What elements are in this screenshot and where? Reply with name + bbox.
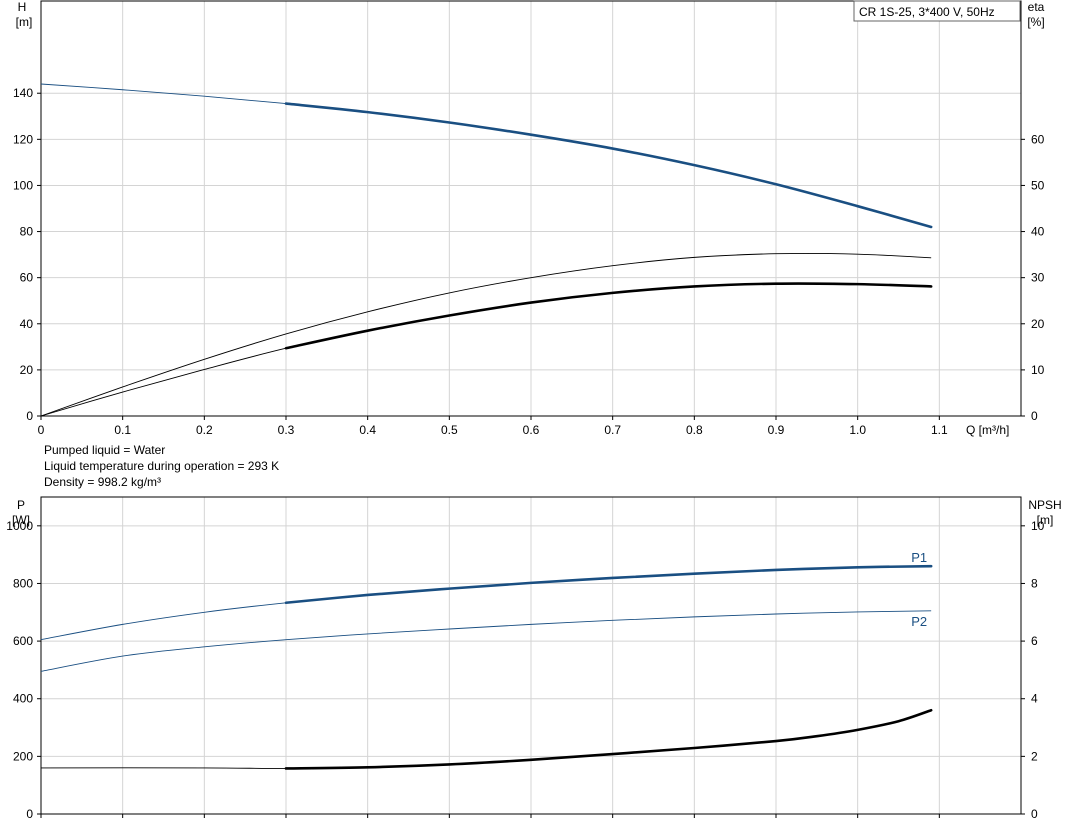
bottom-right-y-tick-label: 0 xyxy=(1031,807,1038,821)
bottom-left-y-tick-label: 400 xyxy=(13,692,33,706)
bottom-series: P1 P2 xyxy=(40,550,933,770)
top-left-y-tick-label: 140 xyxy=(13,86,33,100)
power-npsh-chart: 020040060080010000246810 P1P2 P [W] NPSH… xyxy=(6,496,1062,821)
top-right-y-tick-label: 10 xyxy=(1031,363,1045,377)
bottom-series-p2-label: P2 xyxy=(911,614,927,629)
top-series xyxy=(40,83,933,417)
top-left-y-tick-label: 40 xyxy=(20,317,34,331)
top-series-1-operating-line xyxy=(284,102,933,229)
top-left-y-tick-label: 80 xyxy=(20,225,34,239)
top-x-tick-label: 0.4 xyxy=(359,423,376,437)
bottom-right-y-tick-label: 8 xyxy=(1031,576,1038,590)
bottom-ticks: 020040060080010000246810 xyxy=(6,519,1044,821)
info-pumped-liquid: Pumped liquid = Water xyxy=(44,443,165,457)
bottom-left-y-tick-label: 200 xyxy=(13,749,33,763)
top-x-tick-label: 0.2 xyxy=(196,423,213,437)
info-liquid-temperature: Liquid temperature during operation = 29… xyxy=(44,459,279,473)
bottom-grid xyxy=(41,497,1021,814)
head-efficiency-chart: 0 0.1 0.2 0.3 0.4 0.5 0.6 0.7 0.8 0.9 1.0 1.1 0 20 40 6… xyxy=(13,0,1045,437)
top-right-y-tick-label: 40 xyxy=(1031,225,1045,239)
legend-box: CR 1S-25, 3*400 V, 50Hz xyxy=(853,0,1021,22)
bottom-left-y-tick-label: 600 xyxy=(13,634,33,648)
bottom-left-y-tick-label: 0 xyxy=(26,807,33,821)
top-x-tick-label: 1.0 xyxy=(849,423,866,437)
top-grid xyxy=(41,1,1021,416)
top-x-tick-label: 0.3 xyxy=(278,423,295,437)
top-left-y-tick-label: 60 xyxy=(20,271,34,285)
bottom-series-p1-label: P1 xyxy=(911,550,927,565)
top-x-tick-label: 0.8 xyxy=(686,423,703,437)
top-right-y-tick-label: 50 xyxy=(1031,178,1045,192)
bottom-right-y-tick-label: 6 xyxy=(1031,634,1038,648)
bottom-left-y-tick-label: 800 xyxy=(13,576,33,590)
bottom-series-p1-operating-line xyxy=(284,564,933,605)
top-x-tick-label: 0.6 xyxy=(523,423,540,437)
bottom-left-axis-label-line1: P xyxy=(17,498,25,512)
top-left-axis-label-line1: H xyxy=(18,0,27,14)
top-x-tick-label: 1.1 xyxy=(931,423,948,437)
top-right-y-tick-label: 20 xyxy=(1031,317,1045,331)
top-left-y-tick-label: 120 xyxy=(13,132,33,146)
top-x-tick-label: 0.5 xyxy=(441,423,458,437)
top-right-y-tick-label: 0 xyxy=(1031,409,1038,423)
top-right-y-tick-label: 30 xyxy=(1031,271,1045,285)
top-series-1-line xyxy=(40,83,932,228)
top-right-axis-label-line1: eta xyxy=(1028,0,1045,14)
pump-curve-figure: 0 0.1 0.2 0.3 0.4 0.5 0.6 0.7 0.8 0.9 1.0 1.1020406… xyxy=(6,0,1062,821)
top-series-3-line xyxy=(40,283,932,417)
top-x-tick-label: 0.1 xyxy=(114,423,131,437)
top-left-y-tick-label: 0 xyxy=(26,409,33,423)
bottom-right-y-tick-label: 2 xyxy=(1031,749,1038,763)
bottom-series-3-operating-line xyxy=(284,708,933,770)
bottom-right-axis-label-line1: NPSH xyxy=(1028,498,1061,512)
top-left-y-tick-label: 20 xyxy=(20,363,34,377)
top-left-axis-label-line2: [m] xyxy=(16,15,33,29)
bottom-left-axis-label-line2: [W] xyxy=(12,513,30,527)
top-right-y-tick-label: 60 xyxy=(1031,132,1045,146)
top-x-tick-label: 0 xyxy=(38,423,45,437)
top-x-tick-label: 0.9 xyxy=(768,423,785,437)
legend-box-text: CR 1S-25, 3*400 V, 50Hz xyxy=(859,5,995,19)
top-right-axis-label-line2: [%] xyxy=(1027,15,1044,29)
top-x-tick-label: 0.7 xyxy=(604,423,621,437)
bottom-right-y-tick-label: 4 xyxy=(1031,692,1038,706)
bottom-right-axis-label-line2: [m] xyxy=(1037,513,1054,527)
info-density: Density = 998.2 kg/m³ xyxy=(44,475,161,489)
liquid-info: Pumped liquid = Water Liquid temperature… xyxy=(44,443,279,489)
top-left-y-tick-label: 100 xyxy=(13,178,33,192)
top-series-3-operating-line xyxy=(284,282,933,350)
bottom-series-p1-line xyxy=(40,565,932,641)
x-axis-label: Q [m³/h] xyxy=(966,423,1009,437)
